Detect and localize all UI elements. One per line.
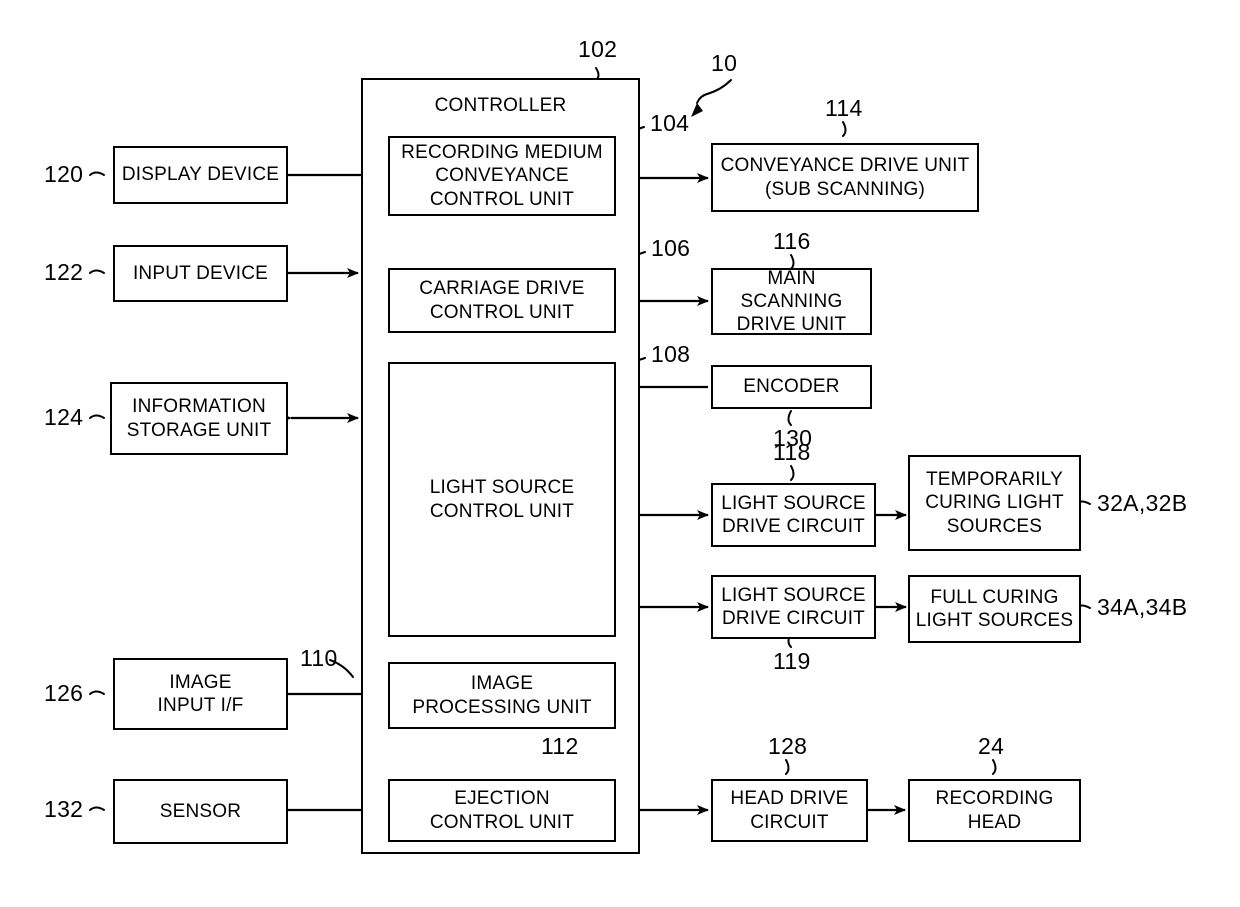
patent-block-diagram: CONTROLLER RECORDING MEDIUM CONVEYANCE C… [0, 0, 1240, 907]
ref-124: 124 [44, 404, 84, 430]
leader-132 [89, 806, 105, 811]
ref-104: 104 [650, 110, 690, 136]
leader-124 [89, 414, 105, 419]
ref-24: 24 [978, 733, 1005, 759]
leader-10 [696, 79, 732, 104]
ref-114: 114 [825, 95, 863, 121]
ref-106: 106 [651, 235, 691, 261]
temporarily-curing-light-sources-block: TEMPORARILY CURING LIGHT SOURCES [908, 455, 1081, 551]
recording-medium-conveyance-control-unit: RECORDING MEDIUM CONVEYANCE CONTROL UNIT [388, 136, 616, 216]
recording-head-block: RECORDING HEAD [908, 779, 1081, 842]
leader-122 [89, 269, 105, 274]
ref-132: 132 [44, 796, 84, 822]
leader-10-arrowhead [691, 103, 703, 117]
conveyance-drive-unit-block: CONVEYANCE DRIVE UNIT (SUB SCANNING) [711, 143, 979, 212]
ref-110: 110 [300, 645, 338, 671]
ref-120: 120 [44, 161, 84, 187]
ref-34AB: 34A,34B [1097, 594, 1188, 620]
ref-32AB: 32A,32B [1097, 490, 1188, 516]
leader-128 [785, 759, 790, 775]
leader-130 [787, 410, 792, 426]
ref-108: 108 [651, 341, 691, 367]
ref-122: 122 [44, 259, 84, 285]
ejection-control-unit: EJECTION CONTROL UNIT [388, 779, 616, 842]
image-processing-unit: IMAGE PROCESSING UNIT [388, 662, 616, 729]
ref-112: 112 [541, 733, 579, 759]
ref-119: 119 [773, 648, 811, 674]
sensor-block: SENSOR [113, 779, 288, 844]
encoder-block: ENCODER [711, 365, 872, 409]
ref-116: 116 [773, 228, 811, 254]
light-source-control-unit: LIGHT SOURCE CONTROL UNIT [388, 362, 616, 637]
controller-title: CONTROLLER [434, 95, 567, 116]
leader-24 [992, 759, 997, 775]
head-drive-circuit-block: HEAD DRIVE CIRCUIT [711, 779, 868, 842]
information-storage-unit-block: INFORMATION STORAGE UNIT [110, 382, 288, 455]
carriage-drive-control-unit: CARRIAGE DRIVE CONTROL UNIT [388, 268, 616, 333]
input-device-block: INPUT DEVICE [113, 245, 288, 302]
main-scanning-drive-unit-block: MAIN SCANNING DRIVE UNIT [711, 268, 872, 335]
ref-102: 102 [578, 36, 618, 62]
light-source-drive-circuit-118-block: LIGHT SOURCE DRIVE CIRCUIT [711, 483, 876, 547]
leader-126 [89, 690, 105, 695]
leader-120 [89, 171, 105, 176]
image-input-if-block: IMAGE INPUT I/F [113, 658, 288, 730]
ref-128: 128 [768, 733, 808, 759]
leader-114 [842, 121, 847, 137]
full-curing-light-sources-block: FULL CURING LIGHT SOURCES [908, 575, 1081, 643]
display-device-block: DISPLAY DEVICE [113, 146, 288, 204]
ref-126: 126 [44, 680, 84, 706]
leader-118 [790, 465, 795, 481]
ref-10: 10 [711, 50, 738, 76]
light-source-drive-circuit-119-block: LIGHT SOURCE DRIVE CIRCUIT [711, 575, 876, 639]
ref-118: 118 [773, 439, 811, 465]
